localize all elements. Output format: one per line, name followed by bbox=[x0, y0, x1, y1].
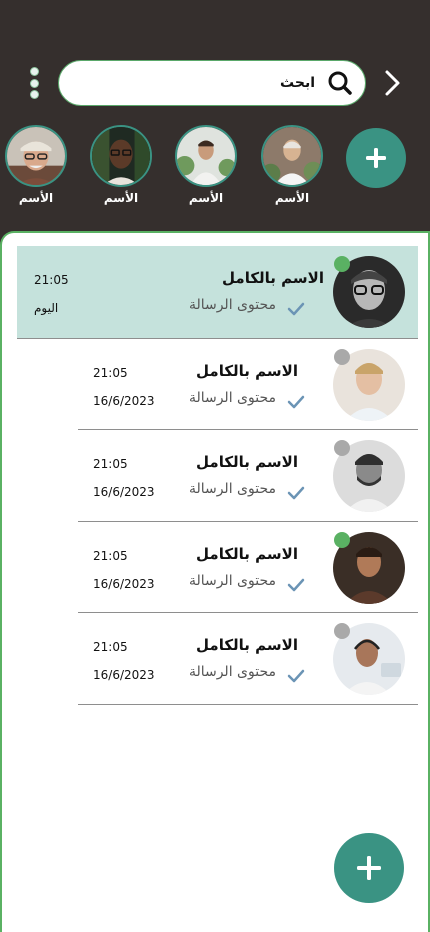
chat-name: الاسم بالكامل bbox=[222, 269, 324, 287]
online-status-dot bbox=[334, 532, 350, 548]
chat-name: الاسم بالكامل bbox=[196, 636, 298, 654]
menu-dot bbox=[30, 91, 38, 98]
chevron-right-icon[interactable] bbox=[378, 68, 408, 98]
chat-row[interactable]: الاسم بالكامل محتوى الرسالة 21:05 16/6/2… bbox=[78, 430, 418, 522]
message-preview: محتوى الرسالة bbox=[188, 573, 276, 589]
date-label: اليوم bbox=[34, 301, 59, 315]
offline-status-dot bbox=[334, 349, 350, 365]
date-label: 16/6/2023 bbox=[93, 577, 155, 591]
offline-status-dot bbox=[334, 623, 350, 639]
search-bar[interactable] bbox=[58, 60, 366, 106]
man-white-shirt-avatar bbox=[263, 127, 321, 185]
chat-name: الاسم بالكامل bbox=[196, 453, 298, 471]
man-plants-avatar bbox=[177, 127, 235, 185]
check-icon bbox=[287, 578, 305, 592]
search-icon[interactable] bbox=[327, 70, 353, 96]
time-label: 21:05 bbox=[93, 457, 128, 471]
story-avatar bbox=[5, 125, 67, 187]
story-avatar bbox=[261, 125, 323, 187]
online-status-dot bbox=[334, 256, 350, 272]
story-item[interactable]: الأسم bbox=[175, 125, 237, 205]
time-label: 21:05 bbox=[93, 640, 128, 654]
story-name: الأسم bbox=[274, 191, 310, 205]
menu-dot bbox=[30, 68, 38, 75]
time-label: 21:05 bbox=[93, 549, 128, 563]
chat-row[interactable]: الاسم بالكامل محتوى الرسالة 21:05 16/6/2… bbox=[78, 339, 418, 430]
chat-list-panel: الاسم بالكامل محتوى الرسالة 21:05 اليوم … bbox=[0, 231, 430, 932]
story-avatar bbox=[90, 125, 152, 187]
check-icon bbox=[287, 669, 305, 683]
man-glasses-avatar bbox=[92, 127, 150, 185]
check-icon bbox=[287, 395, 305, 409]
date-label: 16/6/2023 bbox=[93, 394, 155, 408]
date-label: 16/6/2023 bbox=[93, 668, 155, 682]
story-item[interactable]: الأسم bbox=[5, 125, 67, 205]
chat-row[interactable]: الاسم بالكامل محتوى الرسالة 21:05 16/6/2… bbox=[78, 613, 418, 705]
chat-list-screen: الأسم الأسم bbox=[0, 0, 430, 932]
message-preview: محتوى الرسالة bbox=[188, 481, 276, 497]
time-label: 21:05 bbox=[34, 273, 69, 287]
time-label: 21:05 bbox=[93, 366, 128, 380]
message-preview: محتوى الرسالة bbox=[188, 297, 276, 313]
story-name: الأسم bbox=[18, 191, 54, 205]
story-avatar bbox=[175, 125, 237, 187]
chat-row[interactable]: الاسم بالكامل محتوى الرسالة 21:05 16/6/2… bbox=[78, 522, 418, 613]
menu-dot bbox=[30, 79, 38, 87]
message-preview: محتوى الرسالة bbox=[188, 664, 276, 680]
chat-name: الاسم بالكامل bbox=[196, 545, 298, 563]
add-story-button[interactable] bbox=[346, 128, 406, 188]
plus-icon bbox=[366, 148, 386, 168]
check-icon bbox=[287, 486, 305, 500]
new-chat-button[interactable] bbox=[334, 833, 404, 903]
date-label: 16/6/2023 bbox=[93, 485, 155, 499]
search-input[interactable] bbox=[95, 75, 315, 91]
check-icon bbox=[287, 302, 305, 316]
chat-row[interactable]: الاسم بالكامل محتوى الرسالة 21:05 اليوم bbox=[17, 246, 418, 338]
plus-icon bbox=[357, 856, 381, 880]
story-name: الأسم bbox=[103, 191, 139, 205]
offline-status-dot bbox=[334, 440, 350, 456]
menu-dots-icon[interactable] bbox=[27, 68, 41, 98]
divider bbox=[78, 704, 418, 705]
message-preview: محتوى الرسالة bbox=[188, 390, 276, 406]
story-name: الأسم bbox=[188, 191, 224, 205]
story-item[interactable]: الأسم bbox=[261, 125, 323, 205]
story-item[interactable]: الأسم bbox=[90, 125, 152, 205]
old-man-cap-avatar bbox=[7, 127, 65, 185]
chat-name: الاسم بالكامل bbox=[196, 362, 298, 380]
